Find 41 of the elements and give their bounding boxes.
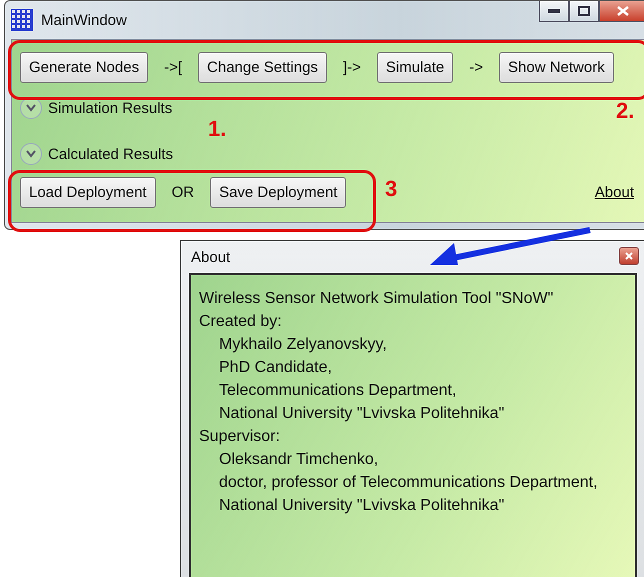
toolbar-button[interactable]: Load Deployment (20, 177, 156, 208)
toolbar-button[interactable]: Show Network (499, 52, 614, 83)
about-text-line: Telecommunications Department, (218, 381, 458, 401)
toolbar-button[interactable]: Change Settings (198, 52, 327, 83)
flow-separator: OR (170, 184, 196, 201)
annotation-number: 2. (616, 98, 634, 124)
about-text-line: Oleksandr Timchenko, (218, 450, 380, 470)
about-text-line: PhD Candidate, (218, 358, 333, 378)
close-button[interactable] (619, 247, 639, 265)
maximize-icon (578, 6, 590, 16)
flow-separator: ]-> (342, 59, 362, 76)
toolbar-button[interactable]: Save Deployment (210, 177, 346, 208)
close-icon (617, 6, 629, 16)
close-button[interactable] (599, 1, 644, 22)
about-text-line: doctor, professor of Telecommunications Department, (218, 473, 599, 493)
about-link[interactable]: About (594, 184, 634, 201)
expander-label: Calculated Results (48, 146, 174, 162)
about-text-line: Wireless Sensor Network Simulation Tool "SNoW" (199, 289, 554, 309)
expander-toggle[interactable] (20, 143, 42, 165)
close-icon (625, 252, 633, 260)
about-text-line: National University "Lvivska Politehnika" (218, 496, 506, 516)
annotation-number: 3 (385, 176, 398, 202)
chevron-icon (26, 104, 36, 112)
about-text-line: Created by: (199, 312, 283, 332)
annotation-number: 1. (208, 116, 226, 142)
toolbar-button[interactable]: Generate Nodes (20, 52, 148, 83)
dialog-title: About (191, 248, 230, 266)
flow-separator: -> (468, 59, 484, 76)
toolbar-button[interactable]: Simulate (376, 52, 454, 83)
flow-separator: ->[ (163, 59, 184, 76)
grid-logo-icon (11, 9, 33, 31)
about-text-line: Mykhailo Zelyanovskyy, (218, 335, 388, 355)
minimize-icon (548, 9, 560, 13)
expander-label: Simulation Results (48, 100, 172, 116)
about-text-line: Supervisor: (199, 427, 281, 447)
maximize-button[interactable] (569, 1, 599, 22)
expander-toggle[interactable] (20, 97, 42, 119)
about-text-line: National University "Lvivska Politehnika" (218, 404, 506, 424)
chevron-icon (26, 150, 36, 158)
window-title: MainWindow (41, 12, 127, 28)
minimize-button[interactable] (539, 1, 569, 22)
